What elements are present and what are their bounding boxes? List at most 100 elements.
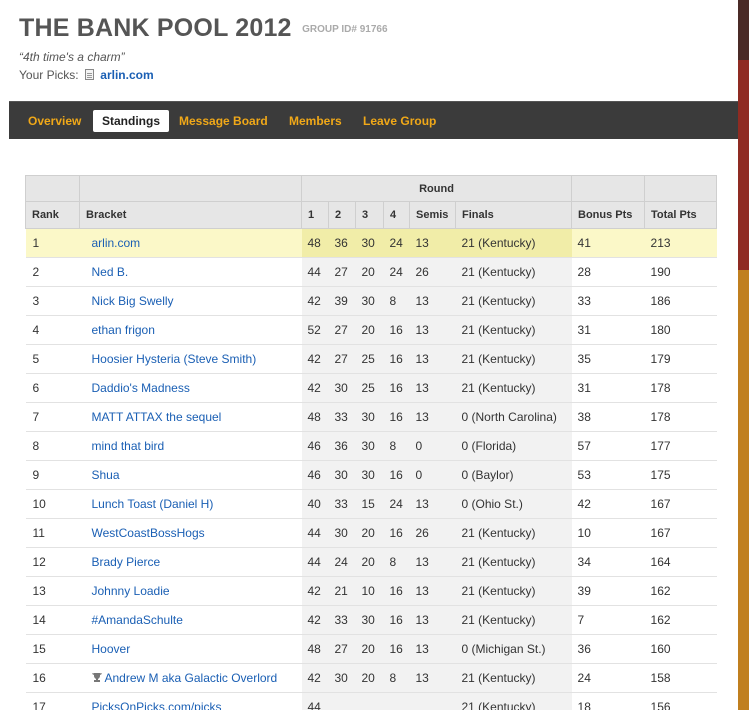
round1-cell: 46 xyxy=(301,460,329,490)
round1-cell: 48 xyxy=(301,228,329,258)
bracket-cell: PicksOnPicks.com/picks xyxy=(79,692,302,710)
finals-cell: 0 (North Carolina) xyxy=(455,402,572,432)
bonus-cell: 41 xyxy=(571,228,645,258)
finals-cell: 21 (Kentucky) xyxy=(455,257,572,287)
round2-cell: 33 xyxy=(328,489,356,519)
bracket-cell: Ned B. xyxy=(79,257,302,287)
finals-cell: 0 (Ohio St.) xyxy=(455,489,572,519)
bracket-link[interactable]: ethan frigon xyxy=(92,323,155,337)
semis-cell: 13 xyxy=(409,344,456,374)
bracket-link[interactable]: #AmandaSchulte xyxy=(92,613,183,627)
bracket-cell: Nick Big Swelly xyxy=(79,286,302,316)
round1-cell: 46 xyxy=(301,431,329,461)
finals-cell: 0 (Michigan St.) xyxy=(455,634,572,664)
finals-cell: 21 (Kentucky) xyxy=(455,576,572,606)
column-header[interactable]: 2 xyxy=(328,201,356,229)
rank-cell: 10 xyxy=(25,489,80,519)
round2-cell: 30 xyxy=(328,373,356,403)
bracket-link[interactable]: Lunch Toast (Daniel H) xyxy=(92,497,214,511)
finals-cell: 21 (Kentucky) xyxy=(455,286,572,316)
bracket-link[interactable]: Hoosier Hysteria (Steve Smith) xyxy=(92,352,257,366)
rank-cell: 1 xyxy=(25,228,80,258)
document-icon xyxy=(84,69,94,80)
semis-cell: 13 xyxy=(409,547,456,577)
header-blank-bracket xyxy=(79,175,302,202)
bracket-link[interactable]: WestCoastBossHogs xyxy=(92,526,205,540)
tab-standings[interactable]: Standings xyxy=(93,110,170,132)
bracket-link[interactable]: Hoover xyxy=(92,642,131,656)
column-header[interactable]: Finals xyxy=(454,201,573,229)
semis-cell: 13 xyxy=(409,228,456,258)
bonus-cell: 39 xyxy=(571,576,645,606)
table-row: 14 #AmandaSchulte 42 33 30 16 13 21 (Kentucky) 7… xyxy=(25,605,717,635)
round3-cell: 20 xyxy=(355,257,384,287)
round2-cell: 30 xyxy=(328,518,356,548)
column-header[interactable]: 1 xyxy=(301,201,329,229)
bonus-cell: 36 xyxy=(571,634,645,664)
total-cell: 162 xyxy=(644,576,717,606)
round1-cell: 48 xyxy=(301,634,329,664)
table-row: 15 Hoover 48 27 20 16 13 0 (Michigan St.) 36 160 xyxy=(25,634,717,664)
bracket-link[interactable]: Shua xyxy=(92,468,120,482)
column-header[interactable]: Total Pts xyxy=(644,201,718,229)
bracket-link[interactable]: Daddio's Madness xyxy=(92,381,190,395)
column-header[interactable]: Semis xyxy=(409,201,456,229)
bracket-link[interactable]: Johnny Loadie xyxy=(92,584,170,598)
round1-cell: 42 xyxy=(301,286,329,316)
your-picks-link[interactable]: arlin.com xyxy=(100,68,153,82)
header-blank-bonus xyxy=(571,175,646,202)
round1-cell: 42 xyxy=(301,576,329,606)
tab-message-board[interactable]: Message Board xyxy=(179,110,268,132)
finals-cell: 21 (Kentucky) xyxy=(455,373,572,403)
bracket-link[interactable]: Ned B. xyxy=(92,265,129,279)
bracket-link[interactable]: arlin.com xyxy=(92,236,141,250)
column-header[interactable]: Bonus Pts xyxy=(571,201,646,229)
tab-leave-group[interactable]: Leave Group xyxy=(363,110,436,132)
your-picks: Your Picks: arlin.com xyxy=(19,68,154,82)
table-row: 2 Ned B. 44 27 20 24 26 21 (Kentucky) 28 190 xyxy=(25,257,717,287)
round3-cell: 20 xyxy=(355,518,384,548)
semis-cell: 0 xyxy=(409,460,456,490)
round3-cell: 30 xyxy=(355,605,384,635)
table-row: 5 Hoosier Hysteria (Steve Smith) 42 27 25 16 1… xyxy=(25,344,717,374)
header-group-row: Round xyxy=(25,175,718,202)
column-header[interactable]: 3 xyxy=(355,201,384,229)
tab-overview[interactable]: Overview xyxy=(28,110,81,132)
round3-cell: 20 xyxy=(355,634,384,664)
group-motto: “4th time's a charm” xyxy=(19,50,125,64)
round2-cell xyxy=(328,692,356,710)
finals-cell: 21 (Kentucky) xyxy=(455,605,572,635)
round2-cell: 27 xyxy=(328,315,356,345)
bracket-cell: Hoover xyxy=(79,634,302,664)
column-header[interactable]: 4 xyxy=(383,201,410,229)
bonus-cell: 28 xyxy=(571,257,645,287)
column-header[interactable]: Rank xyxy=(25,201,80,229)
your-picks-label: Your Picks: xyxy=(19,68,79,82)
round3-cell: 15 xyxy=(355,489,384,519)
bonus-cell: 57 xyxy=(571,431,645,461)
tab-members[interactable]: Members xyxy=(289,110,342,132)
bracket-cell: MATT ATTAX the sequel xyxy=(79,402,302,432)
bracket-link[interactable]: MATT ATTAX the sequel xyxy=(92,410,222,424)
bonus-cell: 34 xyxy=(571,547,645,577)
round3-cell: 30 xyxy=(355,402,384,432)
table-row: 13 Johnny Loadie 42 21 10 16 13 21 (Kentucky) 39… xyxy=(25,576,717,606)
bracket-link[interactable]: Andrew M aka Galactic Overlord xyxy=(105,671,278,685)
round4-cell xyxy=(383,692,410,710)
bracket-link[interactable]: Brady Pierce xyxy=(92,555,161,569)
bracket-link[interactable]: mind that bird xyxy=(92,439,165,453)
column-header[interactable]: Bracket xyxy=(79,201,302,229)
round4-cell: 16 xyxy=(383,460,410,490)
finals-cell: 21 (Kentucky) xyxy=(455,547,572,577)
rank-cell: 9 xyxy=(25,460,80,490)
header-blank-total xyxy=(644,175,718,202)
bracket-link[interactable]: PicksOnPicks.com/picks xyxy=(92,700,222,710)
semis-cell: 13 xyxy=(409,605,456,635)
rank-cell: 7 xyxy=(25,402,80,432)
total-cell: 190 xyxy=(644,257,717,287)
round3-cell: 30 xyxy=(355,460,384,490)
semis-cell: 26 xyxy=(409,518,456,548)
bracket-link[interactable]: Nick Big Swelly xyxy=(92,294,174,308)
round3-cell: 30 xyxy=(355,431,384,461)
bracket-cell: Daddio's Madness xyxy=(79,373,302,403)
